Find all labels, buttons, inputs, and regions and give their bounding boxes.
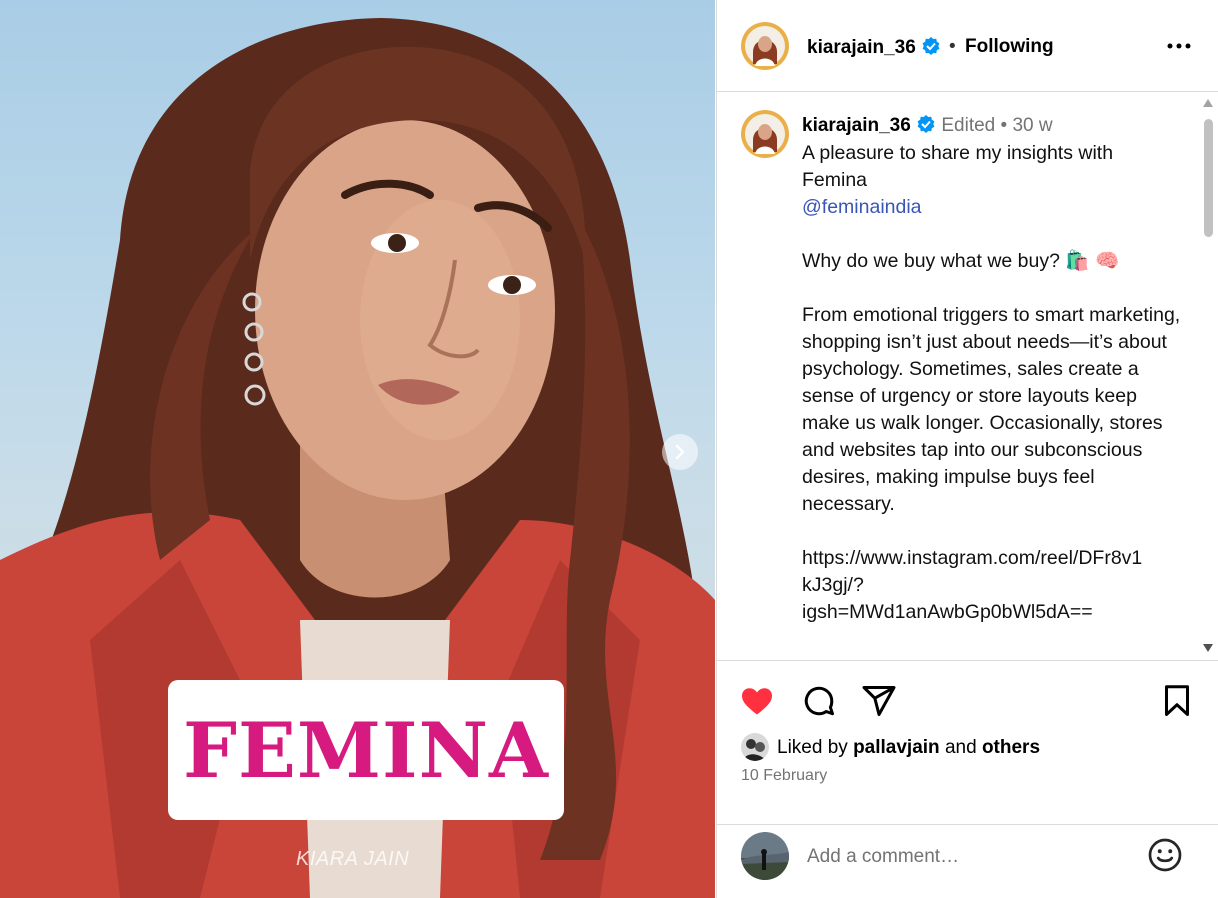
scroll-down-arrow-icon[interactable] xyxy=(1203,644,1213,652)
caption-link-line-2[interactable]: kJ3gj/? xyxy=(802,574,864,596)
comment-icon xyxy=(804,686,834,716)
likes-prefix: Liked by xyxy=(777,737,848,758)
mention-link[interactable]: @feminaindia xyxy=(802,196,922,218)
scroll-up-arrow-icon[interactable] xyxy=(1203,99,1213,107)
liker-avatar[interactable] xyxy=(741,733,769,761)
following-button[interactable]: Following xyxy=(965,36,1054,58)
more-options-button[interactable] xyxy=(1165,32,1193,60)
header-separator: • xyxy=(949,36,956,57)
author-avatar[interactable] xyxy=(741,22,789,70)
smiley-icon xyxy=(1148,838,1182,872)
emoji-button[interactable] xyxy=(1147,837,1183,873)
more-horizontal-icon xyxy=(1167,43,1191,49)
chevron-right-icon xyxy=(675,444,685,460)
post-actions: Liked by pallavjain and others 10 Februa… xyxy=(717,660,1218,824)
like-button[interactable] xyxy=(739,683,775,719)
comment-composer xyxy=(717,824,1218,898)
caption-intro: A pleasure to share my insights with Fem… xyxy=(802,142,1119,191)
femina-logo-card: FEMINA xyxy=(168,680,564,820)
caption-question: Why do we buy what we buy? 🛍️ 🧠 xyxy=(802,250,1120,272)
likes-conjunction: and xyxy=(944,737,977,758)
caption-section: kiarajain_36 Edited • 30 w A pleasure to… xyxy=(717,92,1218,658)
likes-others-link[interactable]: others xyxy=(982,737,1040,758)
likes-summary: Liked by pallavjain and others xyxy=(777,737,1040,759)
post-header: kiarajain_36 • Following xyxy=(717,0,1218,92)
comment-input[interactable] xyxy=(807,841,1137,873)
caption-username[interactable]: kiarajain_36 xyxy=(802,115,911,136)
caption-link-line-1[interactable]: https://www.instagram.com/reel/DFr8v1 xyxy=(802,547,1142,569)
verified-badge-icon xyxy=(917,115,935,133)
viewer-avatar xyxy=(741,832,789,880)
post-date[interactable]: 10 February xyxy=(741,767,827,785)
caption-scrollbar[interactable] xyxy=(1200,92,1216,658)
save-button[interactable] xyxy=(1159,683,1195,719)
scrollbar-thumb[interactable] xyxy=(1204,119,1213,237)
liker-username[interactable]: pallavjain xyxy=(853,737,940,758)
femina-logo-text: FEMINA xyxy=(183,705,549,795)
post-image[interactable]: FEMINA KIARA JAIN xyxy=(0,0,715,898)
next-slide-button[interactable] xyxy=(662,434,698,470)
author-username[interactable]: kiarajain_36 xyxy=(807,36,941,59)
caption-text: A pleasure to share my insights with Fem… xyxy=(802,140,1182,626)
edited-label: Edited xyxy=(941,115,996,136)
caption-paragraph: From emotional triggers to smart marketi… xyxy=(802,304,1186,515)
post-age[interactable]: 30 w xyxy=(1012,115,1052,136)
bookmark-icon xyxy=(1165,685,1189,716)
photo-watermark: KIARA JAIN xyxy=(296,848,410,870)
verified-badge-icon xyxy=(922,37,940,55)
share-icon xyxy=(862,686,896,716)
share-button[interactable] xyxy=(861,683,897,719)
caption-header: kiarajain_36 Edited • 30 w xyxy=(802,114,1053,137)
caption-link-line-3[interactable]: igsh=MWd1anAwbGp0bWl5dA== xyxy=(802,601,1093,623)
comment-button[interactable] xyxy=(801,683,837,719)
caption-author-avatar[interactable] xyxy=(741,110,789,158)
post-details-panel: kiarajain_36 • Following kiarajain_36 Ed… xyxy=(716,0,1218,898)
caption-separator: • xyxy=(1000,115,1008,136)
heart-filled-icon xyxy=(742,688,772,715)
